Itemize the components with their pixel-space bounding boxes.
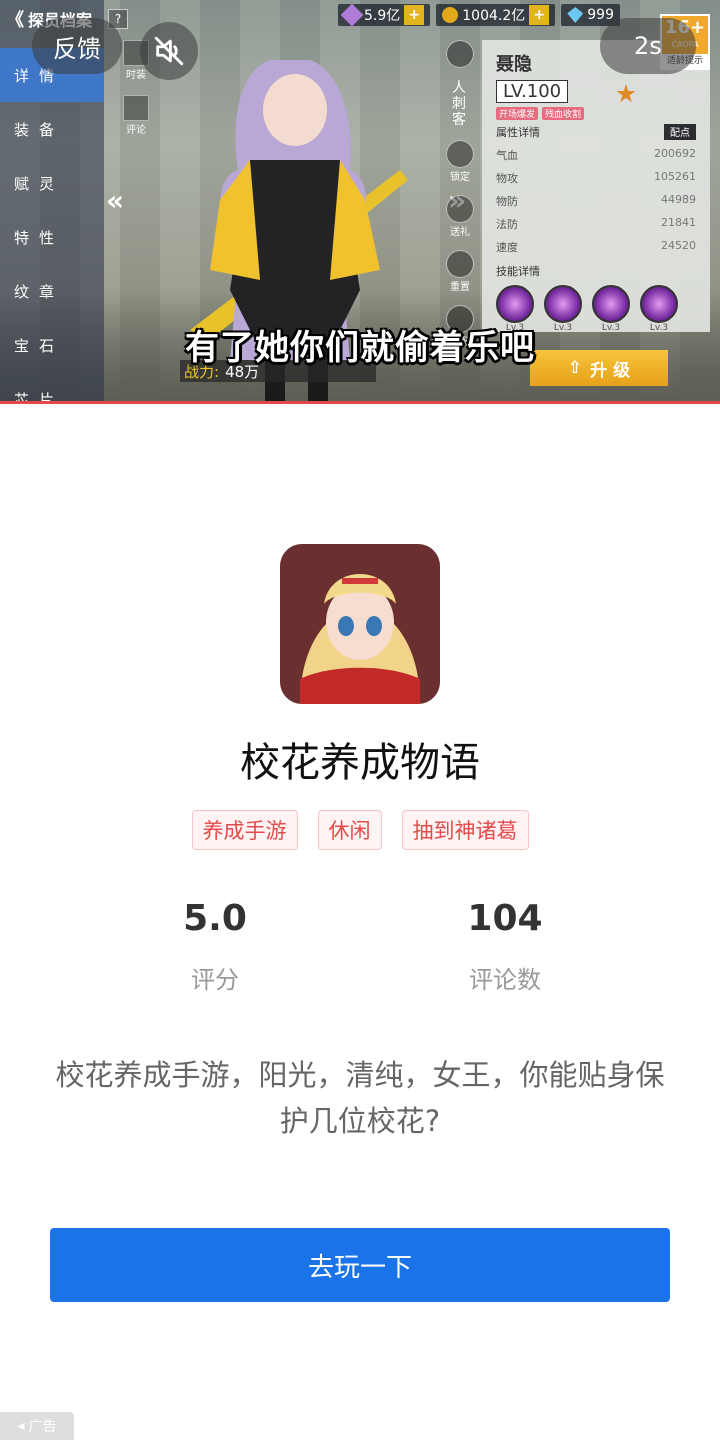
app-tags: 养成手游 休闲 抽到神诸葛 [0,810,720,850]
plus-icon: + [529,5,550,25]
currency-value: 1004.2亿 [462,8,526,24]
app-icon[interactable] [280,544,440,704]
ad-arrow-icon: ◂ [17,1418,25,1434]
class-emblem-icon [442,40,478,68]
currency-value: 5.9亿 [364,8,401,24]
stat-row: 法防 21841 [496,216,696,232]
mute-button[interactable] [140,22,198,80]
side-item: 装备 [0,102,104,156]
stat-row: 物攻 105261 [496,170,696,186]
character-action-icons: 人刺客 锁定 送礼 重置 搭配 [442,40,478,348]
comment-label: 评论 [126,125,146,136]
side-item-label: 赋灵 [14,174,65,193]
stat-row: 物防 44989 [496,193,696,209]
match-badge: 配点 [664,124,696,140]
arrow-left-icon: « [106,184,125,217]
side-item: 纹章 [0,264,104,318]
feedback-button[interactable]: 反馈 [32,18,122,74]
character-tag: 残血收割 [542,107,585,120]
side-item: 特性 [0,210,104,264]
gem-icon [340,3,364,27]
stat-label: 物防 [496,195,518,208]
currency-gem: 5.9亿 + [338,3,431,27]
side-item-label: 纹章 [14,282,65,301]
app-tag: 养成手游 [191,810,298,850]
rating-metric: 5.0 评分 [115,896,315,995]
coin-icon [442,7,459,23]
comments-label: 评论数 [469,966,541,994]
stat-label: 气血 [496,149,518,162]
character-class: 人刺客 [452,80,466,128]
back-chevron-icon: 《 [6,10,24,31]
comments-value: 104 [467,898,543,939]
gift-icon: 送礼 [442,195,478,238]
stat-value: 200692 [654,147,696,160]
currency-bar: 5.9亿 + 1004.2亿 + 999 [338,3,620,27]
lock-label: 锁定 [450,172,470,183]
attribute-header: 属性详情 配点 [496,124,696,140]
comment-icon: 评论 [118,95,154,136]
star-icon [616,84,636,103]
lock-icon: 锁定 [442,140,478,183]
video-player[interactable]: 《 探员档案 ? 详情 装备 赋灵 特性 纹章 宝石 芯片 时装 评论 5.9亿… [0,0,720,404]
attribute-title: 属性详情 [496,126,540,139]
app-tag: 休闲 [317,810,382,850]
stat-value: 105261 [654,170,696,183]
ad-label: 广告 [28,1419,57,1435]
video-subtitle: 有了她你们就偷着乐吧 [185,328,535,368]
ad-badge: ◂ 广告 [0,1412,74,1440]
side-item: 芯片 [0,372,104,405]
app-tag: 抽到神诸葛 [401,810,529,850]
plus-icon: + [404,5,425,25]
stat-value: 21841 [661,216,696,229]
video-progress-line [0,401,720,404]
character-tag: 开场爆发 [496,107,539,120]
stat-value: 24520 [661,239,696,252]
rating-label: 评分 [191,966,239,994]
app-description: 校花养成手游，阳光，清纯，女王，你能贴身保护几位校花? [55,1058,665,1138]
side-item: 赋灵 [0,156,104,210]
reset-icon: 重置 [442,250,478,293]
character-level: LV.100 [496,80,569,103]
reset-label: 重置 [450,282,470,293]
gift-label: 送礼 [450,227,470,238]
speaker-muted-icon [154,36,184,66]
stat-row: 速度 24520 [496,239,696,255]
rating-value: 5.0 [183,898,247,939]
app-metrics: 5.0 评分 104 评论数 [0,896,720,1006]
app-title: 校花养成物语 [240,740,480,786]
character-tags: 开场爆发 残血收割 [496,107,696,120]
diamond-icon [567,7,584,23]
stat-row: 气血 200692 [496,147,696,163]
stat-label: 法防 [496,218,518,231]
side-item-label: 特性 [14,228,65,247]
currency-value: 999 [587,7,614,23]
currency-coin: 1004.2亿 + [436,4,556,26]
side-item-label: 装备 [14,120,65,139]
stat-label: 速度 [496,241,518,254]
character-stats-panel: 聂隐 LV.100 开场爆发 残血收割 属性详情 配点 气血 200692 物攻 1… [482,40,710,333]
outfit-label: 时装 [126,70,146,81]
skills-title: 技能详情 [496,265,540,278]
stat-label: 物攻 [496,172,518,185]
comments-metric: 104 评论数 [405,896,605,995]
play-now-button[interactable]: 去玩一下 [50,1228,670,1302]
stat-value: 44989 [661,193,696,206]
skip-countdown[interactable]: 2s [600,18,696,74]
